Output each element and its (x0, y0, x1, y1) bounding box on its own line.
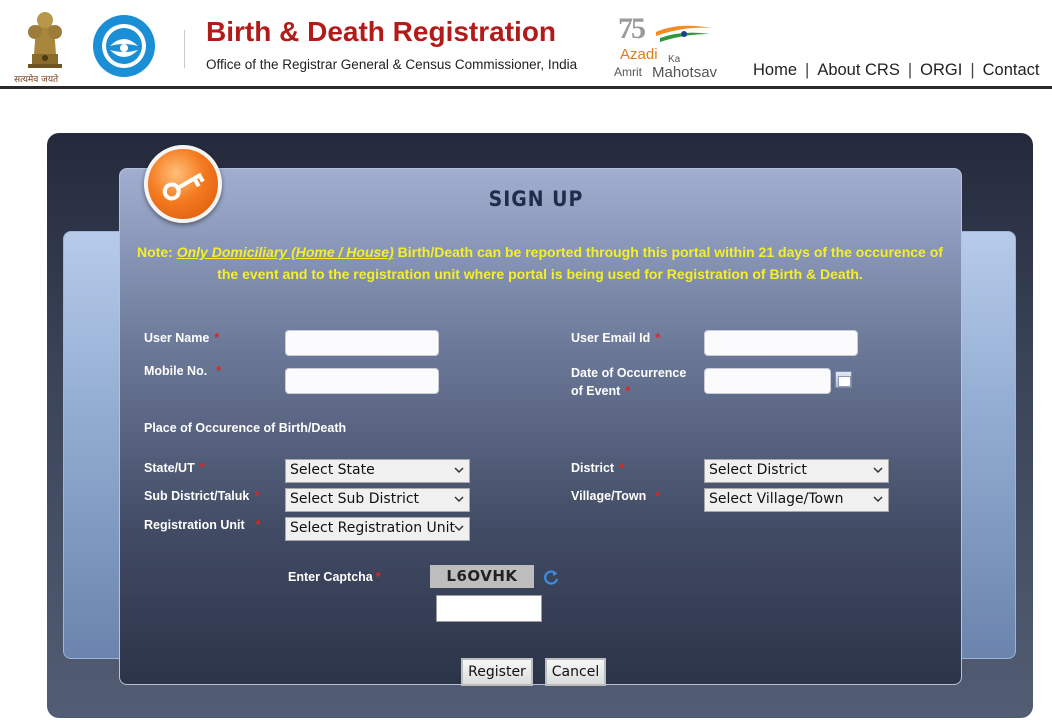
required-mark: * (625, 384, 631, 398)
crs-logo-icon (93, 15, 155, 77)
chevron-down-icon (454, 467, 464, 474)
title-separator (184, 30, 185, 68)
captcha-image: L6OVHK (430, 565, 534, 588)
required-mark: * (255, 518, 261, 532)
tricolor-icon (656, 25, 712, 42)
required-mark: * (214, 331, 220, 345)
calendar-icon[interactable] (835, 371, 852, 388)
state-select[interactable]: Select State (285, 459, 470, 483)
nav-separator: | (907, 61, 913, 79)
registration-unit-select[interactable]: Select Registration Unit (285, 517, 470, 541)
state-label: State/UT * (144, 461, 205, 475)
registration-unit-label: Registration Unit * (144, 518, 261, 532)
aka-amrit: Amrit (614, 65, 642, 79)
mobile-label: Mobile No. * (144, 364, 222, 378)
national-emblem-icon (28, 12, 62, 68)
site-title: Birth & Death Registration (206, 16, 557, 47)
azadi-ka-amrit-mahotsav-logo: 75 Azadi Ka Amrit Mahotsav (612, 10, 738, 84)
user-name-label: User Name * (144, 331, 220, 345)
refresh-icon[interactable] (543, 569, 560, 586)
place-heading: Place of Occurence of Birth/Death (144, 421, 347, 435)
required-mark: * (254, 489, 260, 503)
date-of-event-input[interactable] (704, 368, 831, 394)
nav-separator: | (805, 61, 810, 79)
village-label: Village/Town * (571, 489, 661, 503)
signup-title: SIGN UP (488, 187, 584, 211)
captcha-label: Enter Captcha * (288, 570, 381, 584)
user-email-input[interactable] (704, 330, 858, 356)
nav-contact[interactable]: Contact (983, 61, 1040, 80)
top-nav: Home | About CRS | ORGI | Contact (753, 61, 1040, 80)
district-select[interactable]: Select District (704, 459, 889, 483)
mobile-input[interactable] (285, 368, 439, 394)
subdistrict-select[interactable]: Select Sub District (285, 488, 470, 512)
required-mark: * (199, 461, 205, 475)
required-mark: * (655, 489, 661, 503)
aka-mahotsav: Mahotsav (652, 64, 718, 81)
required-mark: * (375, 570, 381, 584)
cancel-button[interactable]: Cancel (545, 658, 606, 686)
district-label: District * (571, 461, 624, 475)
note-emphasis: Only Domiciliary (Home / House) (176, 244, 394, 260)
emblem-motto: सत्यमेव जयते (14, 75, 59, 85)
required-mark: * (655, 331, 661, 345)
required-mark: * (619, 461, 624, 475)
date-of-event-label: Date of Occurrence of Event * (571, 366, 687, 398)
captcha-input[interactable] (436, 595, 542, 622)
note-prefix: Note: (137, 244, 177, 260)
aka-azadi: Azadi (620, 46, 658, 63)
domicile-note: Note: Only Domiciliary (Home / House) Bi… (130, 241, 950, 285)
site-subtitle: Office of the Registrar General & Census… (206, 57, 578, 72)
aka-number: 75 (618, 12, 646, 45)
chevron-down-icon (454, 525, 464, 532)
required-mark: * (216, 364, 222, 378)
nav-home[interactable]: Home (753, 61, 797, 80)
chevron-down-icon (873, 467, 883, 474)
user-email-label: User Email Id * (571, 331, 661, 345)
site-header: सत्यमेव जयते Birth & Death Registration … (0, 0, 1052, 88)
register-button[interactable]: Register (461, 658, 533, 686)
user-name-input[interactable] (285, 330, 439, 356)
village-select[interactable]: Select Village/Town (704, 488, 889, 512)
key-badge (144, 145, 222, 223)
header-divider (0, 86, 1052, 89)
nav-separator: | (970, 61, 975, 79)
chevron-down-icon (454, 496, 464, 503)
subdistrict-label: Sub District/Taluk * (144, 489, 260, 503)
nav-about-crs[interactable]: About CRS (817, 61, 900, 80)
chevron-down-icon (873, 496, 883, 503)
nav-orgi[interactable]: ORGI (920, 61, 962, 80)
